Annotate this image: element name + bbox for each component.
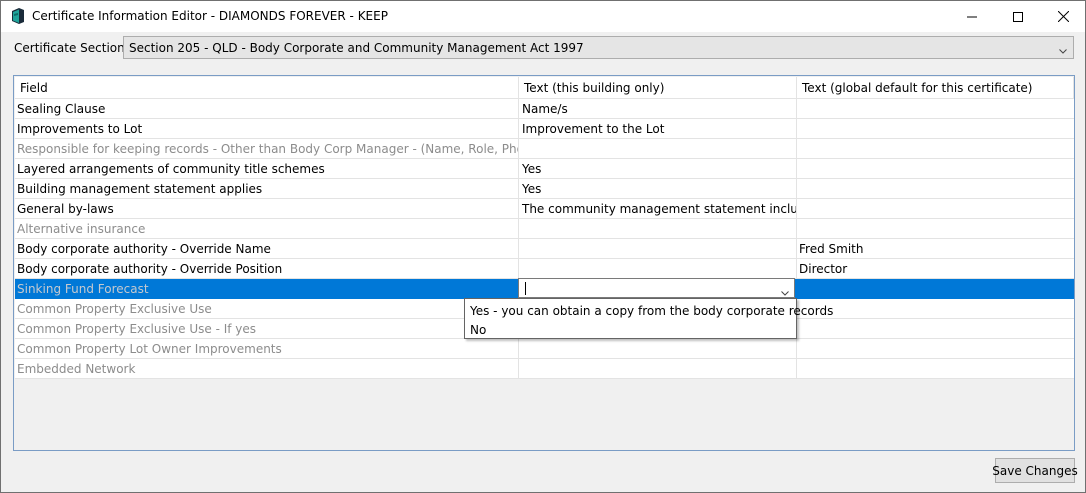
- column-header-global-text[interactable]: Text (global default for this certificat…: [797, 77, 1074, 99]
- grid-header-row: Field Text (this building only) Text (gl…: [15, 77, 1074, 99]
- global-text-cell[interactable]: [797, 99, 1074, 119]
- building-text-cell[interactable]: Yes: [519, 179, 797, 199]
- table-row[interactable]: Responsible for keeping records - Other …: [15, 139, 1074, 159]
- field-cell: Layered arrangements of community title …: [15, 159, 519, 179]
- field-cell: Sinking Fund Forecast: [15, 279, 519, 299]
- certificate-section-value: Section 205 - QLD - Body Corporate and C…: [129, 41, 584, 55]
- close-icon: [1057, 11, 1069, 22]
- save-changes-button[interactable]: Save Changes: [992, 458, 1078, 483]
- field-cell: Body corporate authority - Override Name: [15, 239, 519, 259]
- global-text-cell[interactable]: [797, 279, 1074, 299]
- field-cell: Common Property Exclusive Use: [15, 299, 519, 319]
- table-row[interactable]: Common Property Lot Owner Improvements: [15, 339, 1074, 359]
- building-text-cell[interactable]: [519, 359, 797, 379]
- column-header-building-text[interactable]: Text (this building only): [519, 77, 797, 99]
- global-text-cell[interactable]: [797, 219, 1074, 239]
- building-text-cell[interactable]: [519, 139, 797, 159]
- dropdown-option-no[interactable]: No: [470, 323, 486, 337]
- table-row[interactable]: Sealing Clause Name/s: [15, 99, 1074, 119]
- app-logo-icon: [11, 8, 25, 24]
- table-row[interactable]: Building management statement applies Yes: [15, 179, 1074, 199]
- field-cell: Building management statement applies: [15, 179, 519, 199]
- global-text-cell[interactable]: [797, 199, 1074, 219]
- global-text-cell[interactable]: [797, 359, 1074, 379]
- table-row[interactable]: Layered arrangements of community title …: [15, 159, 1074, 179]
- text-caret: [525, 282, 526, 295]
- field-cell: General by-laws: [15, 199, 519, 219]
- certificate-editor-window: Certificate Information Editor - DIAMOND…: [0, 0, 1086, 493]
- building-text-cell[interactable]: [519, 259, 797, 279]
- building-text-cell[interactable]: Yes: [519, 159, 797, 179]
- close-button[interactable]: [1040, 1, 1086, 32]
- chevron-down-icon: [1059, 43, 1067, 57]
- table-row[interactable]: Embedded Network: [15, 359, 1074, 379]
- table-row[interactable]: Body corporate authority - Override Posi…: [15, 259, 1074, 279]
- minimize-icon: [967, 16, 977, 17]
- maximize-icon: [1013, 11, 1023, 22]
- field-cell: Common Property Lot Owner Improvements: [15, 339, 519, 359]
- building-text-cell[interactable]: Improvement to the Lot: [519, 119, 797, 139]
- table-row[interactable]: Improvements to Lot Improvement to the Lo…: [15, 119, 1074, 139]
- global-text-cell[interactable]: Fred Smith: [797, 239, 1074, 259]
- field-cell: Common Property Exclusive Use - If yes: [15, 319, 519, 339]
- certificate-fields-grid[interactable]: Field Text (this building only) Text (gl…: [13, 75, 1075, 451]
- table-row[interactable]: Alternative insurance: [15, 219, 1074, 239]
- certificate-section-select[interactable]: Section 205 - QLD - Body Corporate and C…: [123, 36, 1074, 59]
- global-text-cell[interactable]: [797, 119, 1074, 139]
- field-cell: Embedded Network: [15, 359, 519, 379]
- chevron-down-icon: [781, 285, 789, 299]
- table-row[interactable]: General by-laws The community management …: [15, 199, 1074, 219]
- global-text-cell[interactable]: [797, 159, 1074, 179]
- global-text-cell[interactable]: Director: [797, 259, 1074, 279]
- global-text-cell[interactable]: [797, 139, 1074, 159]
- global-text-cell[interactable]: [797, 339, 1074, 359]
- global-text-cell[interactable]: [797, 299, 1074, 319]
- sinking-fund-forecast-combo[interactable]: [518, 278, 795, 298]
- global-text-cell[interactable]: [797, 319, 1074, 339]
- title-bar: Certificate Information Editor - DIAMOND…: [1, 1, 1085, 32]
- building-text-cell[interactable]: [519, 339, 797, 359]
- maximize-button[interactable]: [995, 1, 1041, 32]
- window-title: Certificate Information Editor - DIAMOND…: [32, 9, 388, 23]
- table-row[interactable]: Body corporate authority - Override Name…: [15, 239, 1074, 259]
- field-cell: Improvements to Lot: [15, 119, 519, 139]
- combo-dropdown-list: Yes - you can obtain a copy from the bod…: [464, 298, 833, 339]
- field-cell: Alternative insurance: [15, 219, 519, 239]
- certificate-section-label: Certificate Section:: [14, 41, 129, 55]
- dropdown-option-yes[interactable]: Yes - you can obtain a copy from the bod…: [470, 304, 833, 318]
- column-header-field[interactable]: Field: [15, 77, 519, 99]
- building-text-cell[interactable]: The community management statement inclu…: [519, 199, 797, 219]
- minimize-button[interactable]: [949, 1, 995, 32]
- building-text-cell[interactable]: [519, 219, 797, 239]
- building-text-cell[interactable]: [519, 239, 797, 259]
- field-cell: Sealing Clause: [15, 99, 519, 119]
- field-cell: Responsible for keeping records - Other …: [15, 139, 519, 159]
- field-cell: Body corporate authority - Override Posi…: [15, 259, 519, 279]
- building-text-cell[interactable]: Name/s: [519, 99, 797, 119]
- global-text-cell[interactable]: [797, 179, 1074, 199]
